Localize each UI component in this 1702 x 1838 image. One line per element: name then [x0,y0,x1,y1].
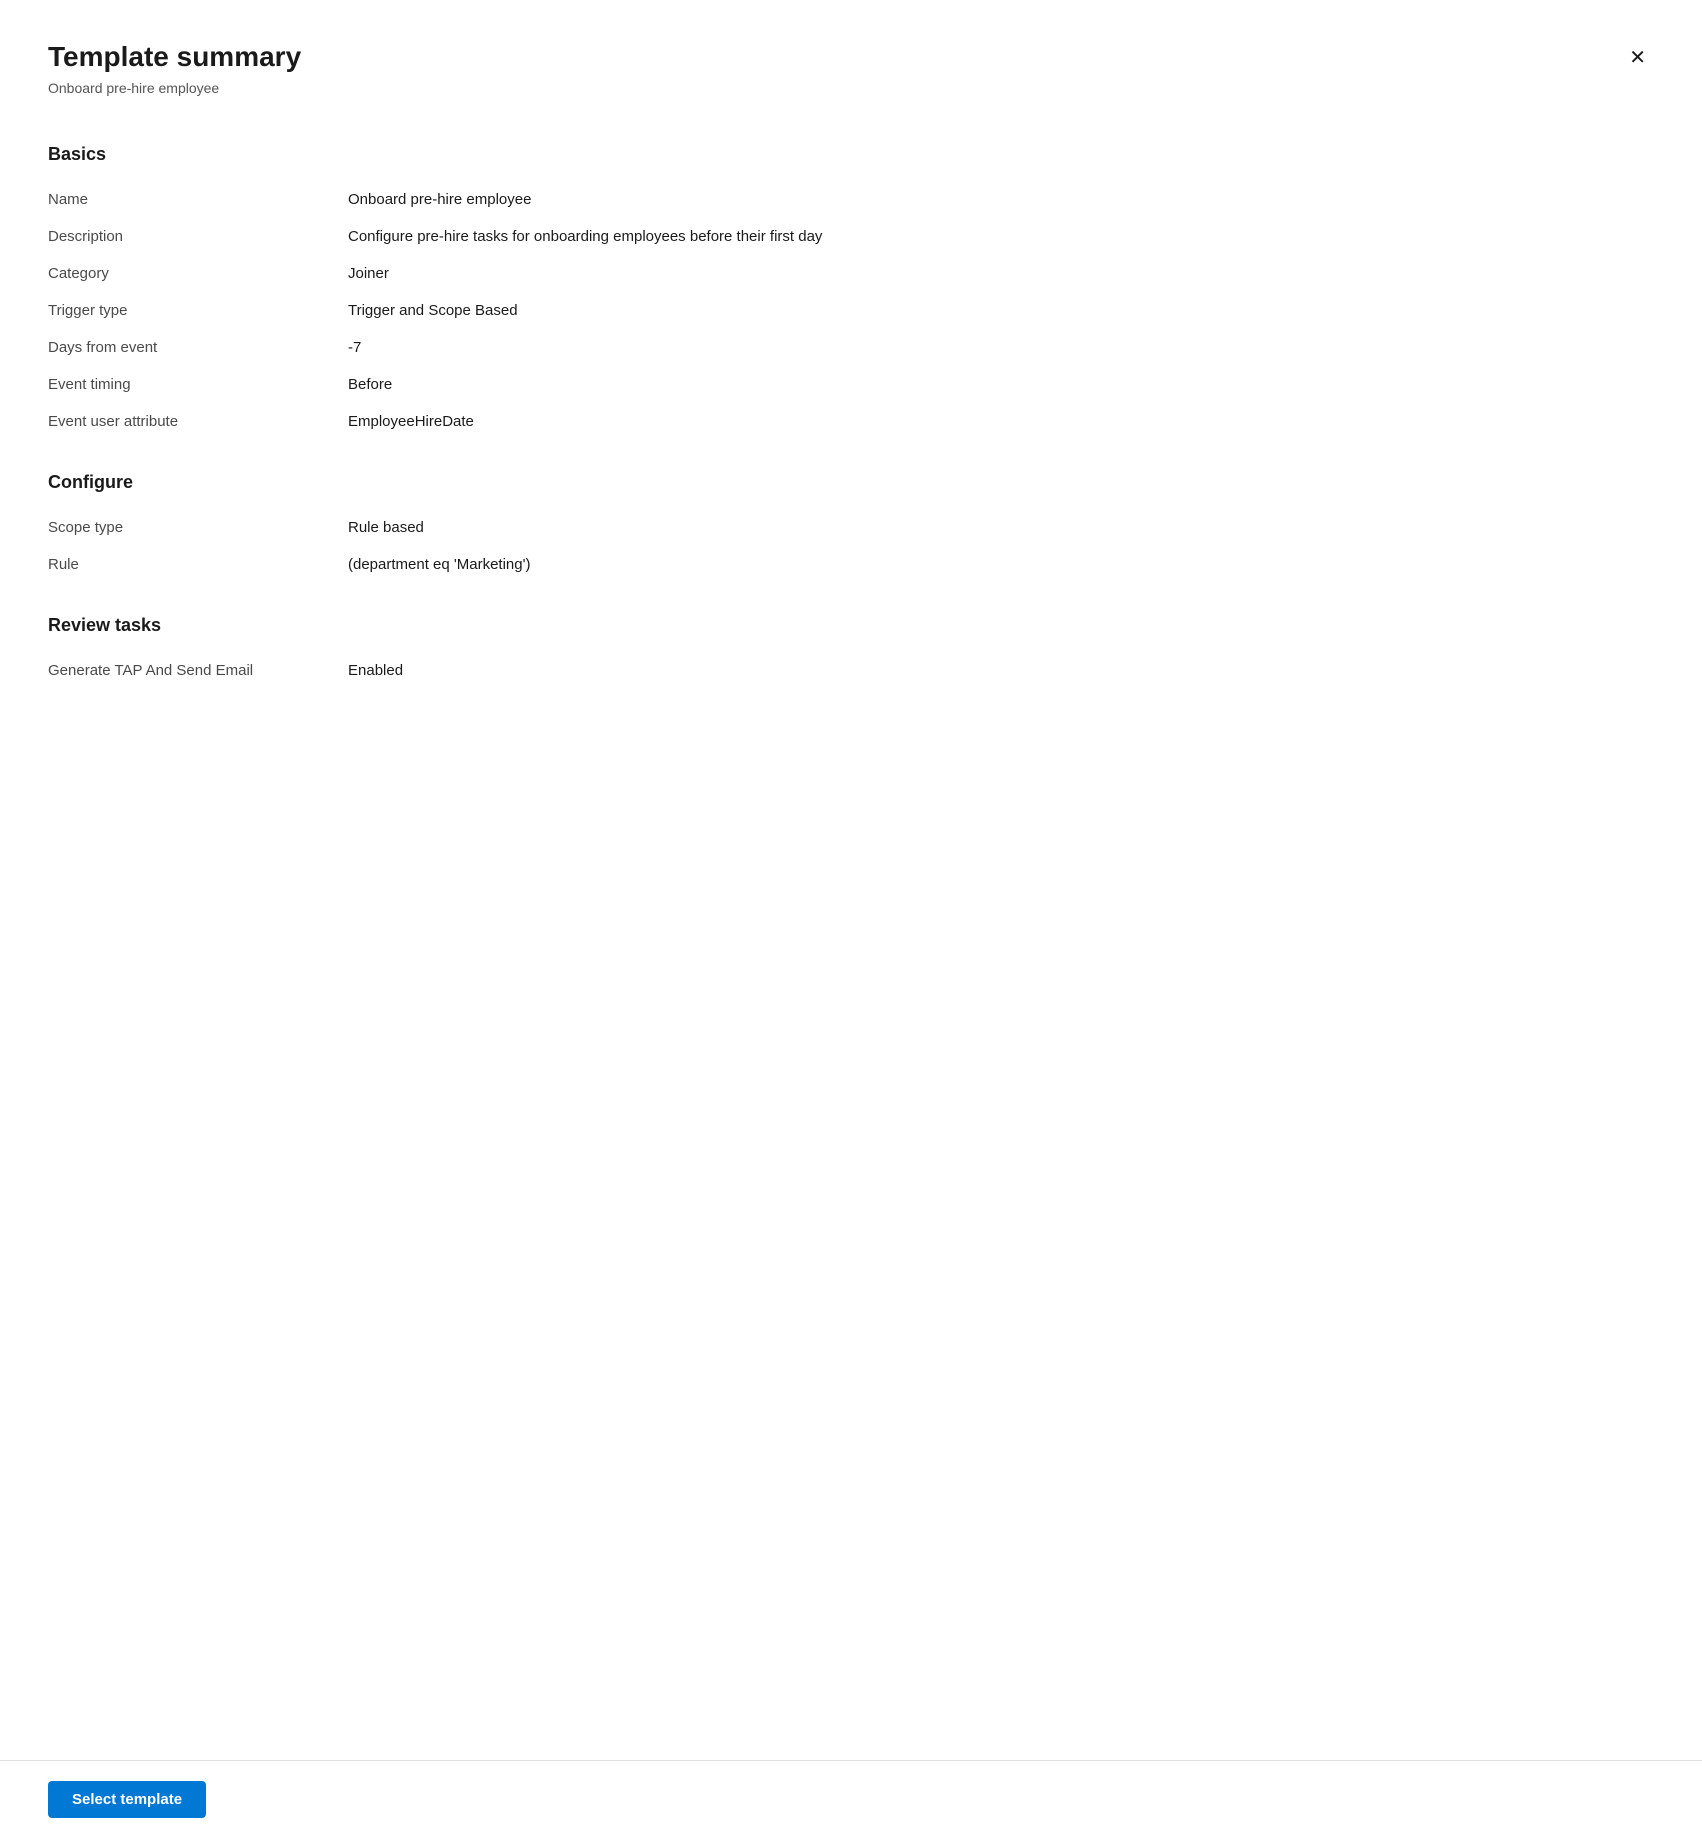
field-label-event-user-attribute: Event user attribute [48,413,348,430]
field-value-name: Onboard pre-hire employee [348,191,1654,208]
field-row-days-from-event: Days from event -7 [48,329,1654,366]
select-template-button[interactable]: Select template [48,1781,206,1818]
close-button[interactable]: ✕ [1621,40,1654,76]
field-label-days-from-event: Days from event [48,339,348,356]
review-tasks-section-title: Review tasks [48,615,1654,636]
field-row-name: Name Onboard pre-hire employee [48,181,1654,218]
panel-title: Template summary [48,40,301,74]
template-summary-panel: Template summary Onboard pre-hire employ… [0,0,1702,1838]
field-row-trigger-type: Trigger type Trigger and Scope Based [48,292,1654,329]
field-row-event-user-attribute: Event user attribute EmployeeHireDate [48,403,1654,440]
field-row-rule: Rule (department eq 'Marketing') [48,546,1654,583]
field-value-generate-tap: Enabled [348,662,1654,679]
title-block: Template summary Onboard pre-hire employ… [48,40,301,96]
field-row-scope-type: Scope type Rule based [48,509,1654,546]
field-label-name: Name [48,191,348,208]
field-label-scope-type: Scope type [48,519,348,536]
panel-footer: Select template [0,1760,1702,1838]
field-value-event-timing: Before [348,376,1654,393]
field-value-rule: (department eq 'Marketing') [348,556,1654,573]
field-label-event-timing: Event timing [48,376,348,393]
field-label-trigger-type: Trigger type [48,302,348,319]
field-value-description: Configure pre-hire tasks for onboarding … [348,228,1654,245]
field-value-category: Joiner [348,265,1654,282]
field-value-trigger-type: Trigger and Scope Based [348,302,1654,319]
review-tasks-section: Review tasks Generate TAP And Send Email… [48,615,1654,689]
field-value-days-from-event: -7 [348,339,1654,356]
panel-header: Template summary Onboard pre-hire employ… [48,40,1654,96]
field-value-scope-type: Rule based [348,519,1654,536]
field-label-generate-tap: Generate TAP And Send Email [48,662,348,679]
field-label-description: Description [48,228,348,245]
field-label-rule: Rule [48,556,348,573]
basics-section-title: Basics [48,144,1654,165]
basics-section: Basics Name Onboard pre-hire employee De… [48,144,1654,440]
panel-subtitle: Onboard pre-hire employee [48,80,301,96]
field-row-description: Description Configure pre-hire tasks for… [48,218,1654,255]
field-row-category: Category Joiner [48,255,1654,292]
close-icon: ✕ [1629,48,1646,68]
configure-section: Configure Scope type Rule based Rule (de… [48,472,1654,583]
field-row-event-timing: Event timing Before [48,366,1654,403]
field-value-event-user-attribute: EmployeeHireDate [348,413,1654,430]
configure-section-title: Configure [48,472,1654,493]
field-row-generate-tap: Generate TAP And Send Email Enabled [48,652,1654,689]
field-label-category: Category [48,265,348,282]
